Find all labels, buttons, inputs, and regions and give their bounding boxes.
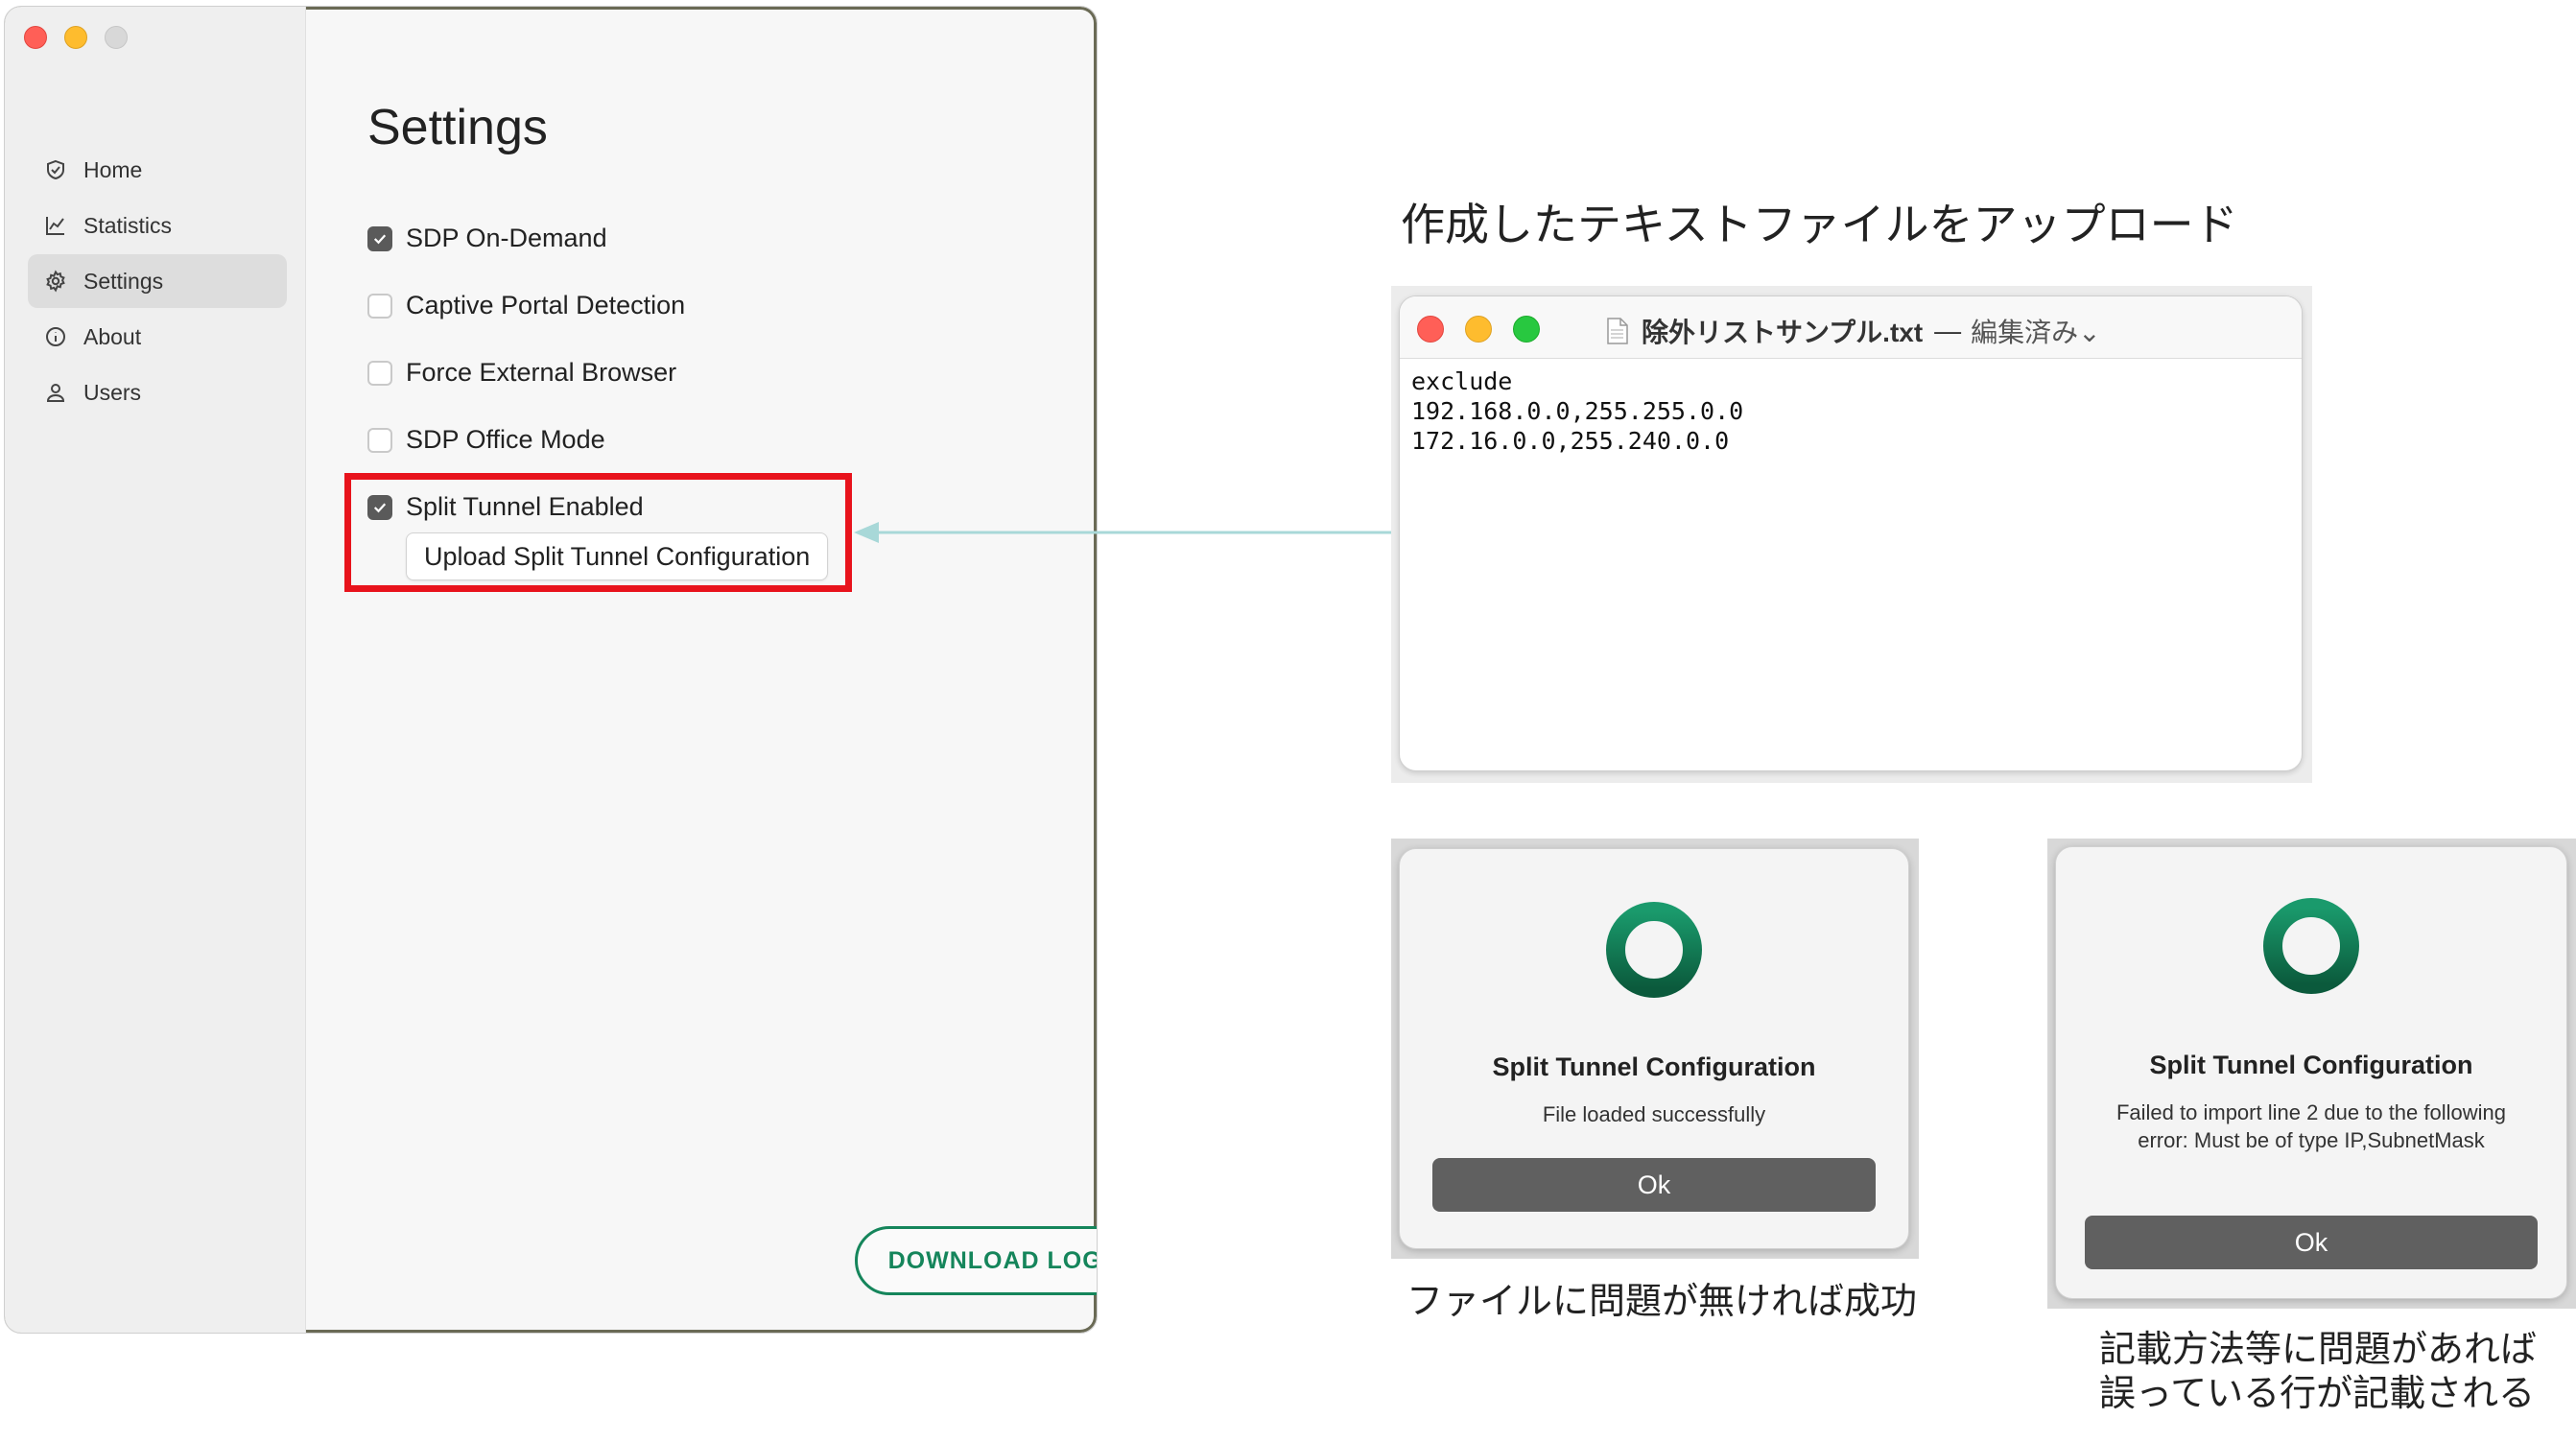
editor-titlebar: 除外リストサンプル.txt — 編集済み⌄ bbox=[1400, 296, 2302, 359]
sidebar-item-statistics[interactable]: Statistics bbox=[28, 199, 287, 252]
zoom-button[interactable] bbox=[105, 26, 128, 49]
success-dialog: Split Tunnel Configuration File loaded s… bbox=[1399, 848, 1909, 1249]
ring-logo-icon bbox=[2263, 898, 2359, 994]
option-sdp-office-mode[interactable]: SDP Office Mode bbox=[367, 425, 605, 455]
error-caption: 記載方法等に問題があれば 誤っている行が記載される bbox=[2099, 1328, 2537, 1416]
sidebar-item-label: Settings bbox=[83, 268, 164, 294]
window-controls bbox=[24, 26, 128, 49]
sidebar-item-label: Statistics bbox=[83, 212, 173, 238]
document-icon bbox=[1607, 318, 1628, 344]
zoom-button[interactable] bbox=[1513, 316, 1540, 343]
settings-window: Home Statistics Settings About Users Set… bbox=[4, 6, 1098, 1334]
ok-button[interactable]: Ok bbox=[1432, 1158, 1876, 1212]
shield-check-icon bbox=[43, 157, 68, 182]
dialog-title: Split Tunnel Configuration bbox=[1492, 1052, 1816, 1081]
close-button[interactable] bbox=[1417, 316, 1444, 343]
settings-content: Settings SDP On-Demand Captive Portal De… bbox=[306, 7, 1097, 1333]
option-sdp-on-demand[interactable]: SDP On-Demand bbox=[367, 224, 607, 253]
sidebar-item-label: Home bbox=[83, 156, 143, 182]
dialog-message: Failed to import line 2 due to the follo… bbox=[2115, 1100, 2506, 1152]
error-caption-line: 記載方法等に問題があれば bbox=[2099, 1330, 2538, 1370]
sidebar-item-home[interactable]: Home bbox=[28, 143, 287, 197]
error-caption-line: 誤っている行が記載される bbox=[2099, 1374, 2536, 1414]
checkbox[interactable] bbox=[367, 293, 392, 319]
minimize-button[interactable] bbox=[1465, 316, 1492, 343]
page-title: Settings bbox=[367, 100, 548, 155]
checkbox[interactable] bbox=[367, 225, 392, 251]
option-label: Captive Portal Detection bbox=[406, 291, 686, 319]
chart-line-icon bbox=[43, 213, 68, 238]
file-name: 除外リストサンプル.txt bbox=[1642, 318, 1924, 347]
window-controls bbox=[1417, 316, 1540, 343]
sidebar: Home Statistics Settings About Users bbox=[5, 7, 306, 1333]
download-logs-button[interactable]: DOWNLOAD LOGS bbox=[855, 1226, 1097, 1295]
success-dialog-frame: Split Tunnel Configuration File loaded s… bbox=[1391, 839, 1919, 1259]
highlight-box bbox=[344, 473, 852, 592]
sidebar-nav: Home Statistics Settings About Users bbox=[28, 143, 287, 421]
ring-logo-icon bbox=[1606, 902, 1702, 998]
text-line: 172.16.0.0,255.240.0.0 bbox=[1411, 427, 1730, 455]
ok-button[interactable]: Ok bbox=[2085, 1216, 2538, 1269]
title-separator: — bbox=[1934, 316, 1962, 345]
gear-icon bbox=[43, 269, 68, 294]
text-line: 192.168.0.0,255.255.0.0 bbox=[1411, 397, 1744, 425]
minimize-button[interactable] bbox=[64, 26, 87, 49]
error-dialog: Split Tunnel Configuration Failed to imp… bbox=[2055, 846, 2567, 1299]
info-icon bbox=[43, 324, 68, 349]
checkbox[interactable] bbox=[367, 360, 392, 386]
close-button[interactable] bbox=[24, 26, 47, 49]
text-line: exclude bbox=[1411, 367, 1513, 395]
sidebar-item-label: Users bbox=[83, 379, 142, 405]
editor-title: 除外リストサンプル.txt — 編集済み⌄ bbox=[1607, 312, 2101, 350]
edited-status[interactable]: 編集済み⌄ bbox=[1971, 312, 2100, 350]
checkmark-icon bbox=[373, 233, 387, 244]
sidebar-item-about[interactable]: About bbox=[28, 310, 287, 364]
text-editor-window: 除外リストサンプル.txt — 編集済み⌄ exclude 192.168.0.… bbox=[1399, 295, 2303, 771]
upload-headline: 作成したテキストファイルをアップロード bbox=[1401, 200, 2238, 249]
dialog-message: File loaded successfully bbox=[1542, 1102, 1766, 1126]
sidebar-item-users[interactable]: Users bbox=[28, 366, 287, 419]
dialog-title: Split Tunnel Configuration bbox=[2149, 1051, 2473, 1079]
option-label: SDP On-Demand bbox=[406, 224, 607, 252]
option-force-external-browser[interactable]: Force External Browser bbox=[367, 358, 676, 388]
sidebar-item-label: About bbox=[83, 323, 142, 349]
option-captive-portal[interactable]: Captive Portal Detection bbox=[367, 291, 685, 320]
sidebar-item-settings[interactable]: Settings bbox=[28, 254, 287, 308]
option-label: SDP Office Mode bbox=[406, 425, 605, 454]
success-caption: ファイルに問題が無ければ成功 bbox=[1406, 1282, 1918, 1322]
error-dialog-frame: Split Tunnel Configuration Failed to imp… bbox=[2047, 839, 2576, 1309]
editor-frame: 除外リストサンプル.txt — 編集済み⌄ exclude 192.168.0.… bbox=[1391, 286, 2312, 783]
arrow-left-icon bbox=[854, 522, 1391, 543]
editor-text[interactable]: exclude 192.168.0.0,255.255.0.0 172.16.0… bbox=[1400, 359, 2302, 463]
checkbox[interactable] bbox=[367, 427, 392, 453]
user-icon bbox=[43, 380, 68, 405]
option-label: Force External Browser bbox=[406, 358, 677, 387]
